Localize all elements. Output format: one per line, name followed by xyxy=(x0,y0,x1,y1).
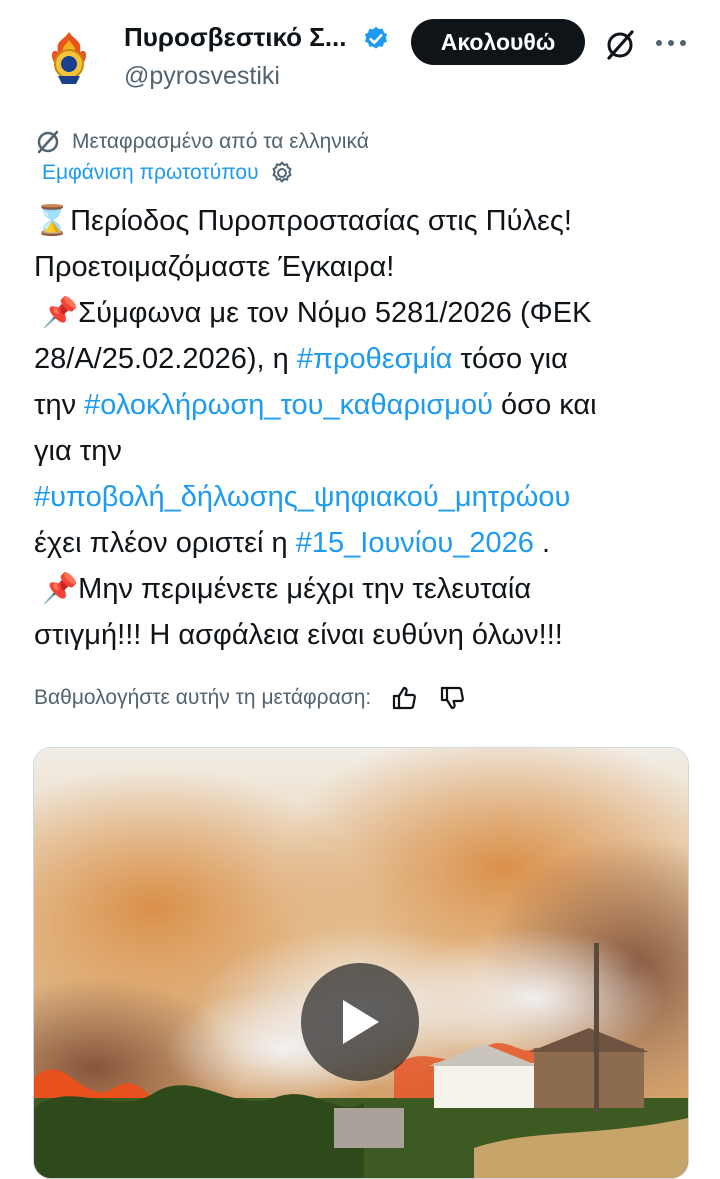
translation-notice: Μεταφρασμένο από τα ελληνικά xyxy=(34,128,369,156)
gear-icon[interactable] xyxy=(269,160,295,186)
pushpin-icon: 📌 xyxy=(42,297,79,329)
rate-translation: Βαθμολογήστε αυτήν τη μετάφραση: xyxy=(34,683,467,713)
hourglass-icon: ⌛ xyxy=(34,205,71,237)
grok-icon[interactable] xyxy=(603,28,637,62)
tweet-line: έχει πλέον οριστεί η #15_Ιουνίου_2026 . xyxy=(34,527,551,559)
tweet-text: ⌛Περίοδος Πυροπροστασίας στις Πύλες! Προ… xyxy=(34,198,684,658)
translation-notice-text: Μεταφρασμένο από τα ελληνικά xyxy=(72,130,369,153)
tweet-line: #υποβολή_δήλωσης_ψηφιακού_μητρώου xyxy=(34,474,684,520)
avatar[interactable] xyxy=(38,26,100,88)
tweet-line: για την xyxy=(34,435,122,467)
translate-icon xyxy=(37,130,59,154)
play-icon xyxy=(343,1000,379,1044)
tweet-line: 📌Σύμφωνα με τον Νόμο 5281/2026 (ΦΕΚ xyxy=(42,297,592,329)
tweet-line: ⌛Περίοδος Πυροπροστασίας στις Πύλες! xyxy=(34,205,572,237)
more-icon[interactable] xyxy=(654,30,688,56)
tweet-line: Προετοιμαζόμαστε Έγκαιρα! xyxy=(34,251,395,283)
rate-translation-label: Βαθμολογήστε αυτήν τη μετάφραση: xyxy=(34,686,372,709)
account-handle[interactable]: @pyrosvestiki xyxy=(124,62,280,91)
account-display-name[interactable]: Πυροσβεστικό Σ... xyxy=(124,22,347,53)
pushpin-icon: 📌 xyxy=(42,573,79,605)
verified-badge-icon xyxy=(364,26,388,49)
tweet-line: την #ολοκλήρωση_του_καθαρισμού όσο και xyxy=(34,389,597,421)
tweet-line: 📌Μην περιμένετε μέχρι την τελευταία xyxy=(42,573,532,605)
video-thumbnail[interactable] xyxy=(33,747,689,1179)
tweet-line: στιγμή!!! Η ασφάλεια είναι ευθύνη όλων!!… xyxy=(34,619,563,651)
show-original-text[interactable]: Εμφάνιση πρωτοτύπου xyxy=(42,161,259,185)
tweet-line: 28/Α/25.02.2026), η #προθεσμία τόσο για xyxy=(34,343,568,375)
hashtag-link[interactable]: #15_Ιουνίου_2026 xyxy=(296,527,534,559)
thumbs-down-icon[interactable] xyxy=(437,683,467,713)
hashtag-link[interactable]: #υποβολή_δήλωσης_ψηφιακού_μητρώου xyxy=(34,481,570,513)
tweet-header: Πυροσβεστικό Σ... @pyrosvestiki Ακολουθώ xyxy=(0,0,720,110)
follow-button[interactable]: Ακολουθώ xyxy=(411,19,585,65)
play-button[interactable] xyxy=(301,963,419,1081)
hashtag-link[interactable]: #ολοκλήρωση_του_καθαρισμού xyxy=(84,389,493,421)
hashtag-link[interactable]: #προθεσμία xyxy=(297,343,453,375)
show-original-link[interactable]: Εμφάνιση πρωτοτύπου xyxy=(42,160,295,186)
thumbs-up-icon[interactable] xyxy=(389,683,419,713)
